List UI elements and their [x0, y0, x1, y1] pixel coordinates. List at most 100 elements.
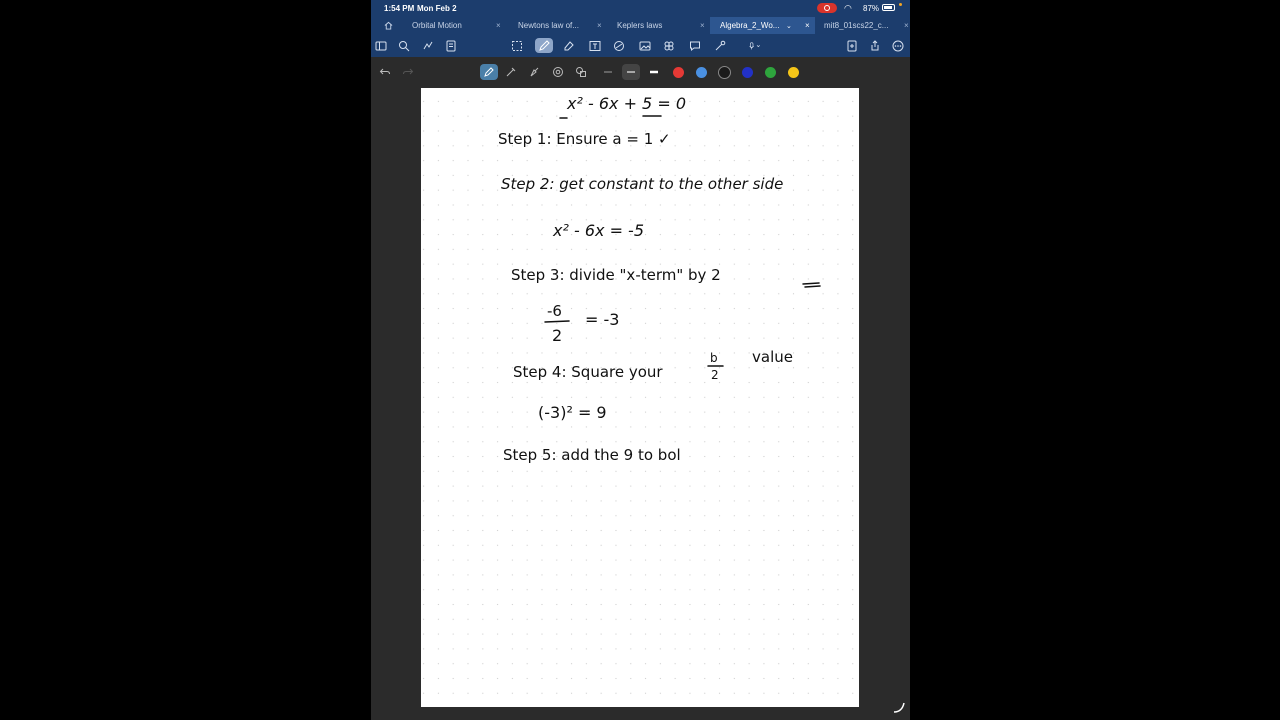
tab-mit8[interactable]: mit8_01scs22_c... × [815, 17, 910, 34]
note-step-3: Step 3: divide "x-term" by 2 [511, 266, 721, 284]
color-yellow-swatch[interactable] [788, 67, 799, 78]
sidebar-button[interactable] [373, 38, 389, 53]
note-step-4-equation: (-3)² = 9 [538, 403, 607, 422]
image-button[interactable] [637, 38, 653, 53]
share-button[interactable] [867, 38, 883, 53]
chevron-down-icon[interactable]: ⌄ [786, 22, 792, 30]
color-navy-swatch[interactable] [742, 67, 753, 78]
close-icon[interactable]: × [496, 21, 501, 30]
note-fraction-result: = -3 [585, 310, 619, 329]
bookmark-icon [423, 41, 433, 49]
shape-recognition-icon [576, 67, 586, 77]
eraser-button[interactable] [561, 38, 577, 53]
undo-button[interactable] [376, 64, 394, 80]
tab-label: Orbital Motion [412, 21, 462, 30]
brush-pen-icon [530, 67, 539, 77]
ball-pen-icon [506, 67, 516, 77]
redo-icon [403, 68, 414, 75]
pen-tool-button[interactable] [535, 38, 553, 53]
audio-record-button[interactable] [743, 38, 767, 53]
add-page-button[interactable] [844, 38, 860, 53]
sticker-button[interactable] [661, 38, 677, 53]
close-icon[interactable]: × [597, 21, 602, 30]
note-step-2-equation: x² - 6x = -5 [552, 221, 644, 240]
pen-settings-button[interactable] [549, 64, 567, 80]
pen-icon [539, 39, 550, 51]
note-b-numerator: b [710, 351, 718, 365]
tab-keplers-laws[interactable]: Keplers laws × [607, 17, 710, 34]
pen-settings-icon [553, 67, 563, 77]
eraser-icon [564, 40, 574, 50]
note-step-4: Step 4: Square your [513, 363, 663, 381]
handwriting-layer: x² - 6x + 5 = 0 Step 1: Ensure a = 1 ✓ S… [498, 94, 821, 464]
brush-pen-button[interactable] [526, 64, 544, 80]
tab-label: Newtons law of... [518, 21, 579, 30]
microphone-icon [749, 41, 760, 49]
main-toolbar [371, 34, 910, 57]
battery-icon [882, 4, 895, 11]
more-icon [892, 40, 904, 51]
note-line-equation: x² - 6x + 5 = 0 [566, 94, 686, 113]
note-fraction-numerator: -6 [547, 302, 562, 320]
ipad-screen: 1:54 PM Mon Feb 2 ◠ 87% Orbital Motion ×… [371, 0, 910, 720]
pen-toolbar [371, 57, 910, 87]
shape-recognition-button[interactable] [572, 64, 590, 80]
note-step-5: Step 5: add the 9 to bol [503, 446, 681, 464]
search-icon [399, 40, 410, 51]
add-page-icon [847, 40, 857, 51]
share-icon [871, 39, 879, 50]
resize-handle-icon[interactable] [892, 700, 906, 714]
thin-stroke-icon [604, 71, 612, 73]
note-b-denominator: 2 [711, 368, 719, 382]
laser-pointer-button[interactable] [712, 38, 728, 53]
shapes-button[interactable] [611, 38, 627, 53]
bookmark-button[interactable] [420, 38, 436, 53]
close-icon[interactable]: × [700, 21, 705, 30]
sticker-icon [664, 41, 674, 50]
battery-percent: 87% [863, 4, 880, 13]
text-box-button[interactable] [587, 38, 603, 53]
tab-algebra-2[interactable]: Algebra_2_Wo... ⌄ × [710, 17, 815, 34]
ball-pen-button[interactable] [502, 64, 520, 80]
note-step-2: Step 2: get constant to the other side [501, 175, 783, 193]
home-tab[interactable] [377, 17, 399, 34]
mic-indicator-icon [899, 3, 902, 6]
status-bar: 1:54 PM Mon Feb 2 ◠ 87% [371, 0, 910, 17]
close-icon[interactable]: × [904, 21, 909, 30]
medium-stroke-icon [627, 71, 635, 73]
laser-pointer-icon [715, 40, 726, 50]
note-step-1: Step 1: Ensure a = 1 ✓ [498, 130, 671, 148]
document-button[interactable] [443, 38, 459, 53]
tab-label: mit8_01scs22_c... [824, 21, 889, 30]
image-icon [639, 41, 651, 50]
tab-label: Keplers laws [617, 21, 663, 30]
note-step-4-value: value [752, 348, 793, 366]
notebook-page[interactable]: x² - 6x + 5 = 0 Step 1: Ensure a = 1 ✓ S… [421, 88, 859, 707]
redo-button[interactable] [399, 64, 417, 80]
medium-stroke-button[interactable] [622, 64, 640, 80]
thick-stroke-icon [650, 70, 658, 74]
fountain-pen-button[interactable] [480, 64, 498, 80]
tab-orbital-motion[interactable]: Orbital Motion × [401, 17, 509, 34]
wifi-icon: ◠ [844, 3, 852, 13]
document-icon [446, 40, 456, 51]
home-icon [384, 21, 392, 30]
undo-icon [379, 68, 390, 75]
thin-stroke-button[interactable] [599, 64, 617, 80]
color-black-swatch-selected[interactable] [718, 66, 731, 79]
text-box-icon [589, 40, 601, 51]
double-underline-mark [802, 282, 821, 288]
color-blue-swatch[interactable] [696, 67, 707, 78]
lasso-select-icon [512, 40, 522, 51]
search-button[interactable] [396, 38, 412, 53]
color-red-swatch[interactable] [673, 67, 684, 78]
color-green-swatch[interactable] [765, 67, 776, 78]
shapes-icon [614, 40, 624, 51]
close-icon[interactable]: × [805, 21, 810, 30]
fountain-pen-icon [484, 67, 494, 77]
tab-newtons-law[interactable]: Newtons law of... × [509, 17, 607, 34]
more-button[interactable] [890, 38, 906, 53]
lasso-select-button[interactable] [509, 38, 525, 53]
thick-stroke-button[interactable] [645, 64, 663, 80]
comment-button[interactable] [687, 38, 703, 53]
